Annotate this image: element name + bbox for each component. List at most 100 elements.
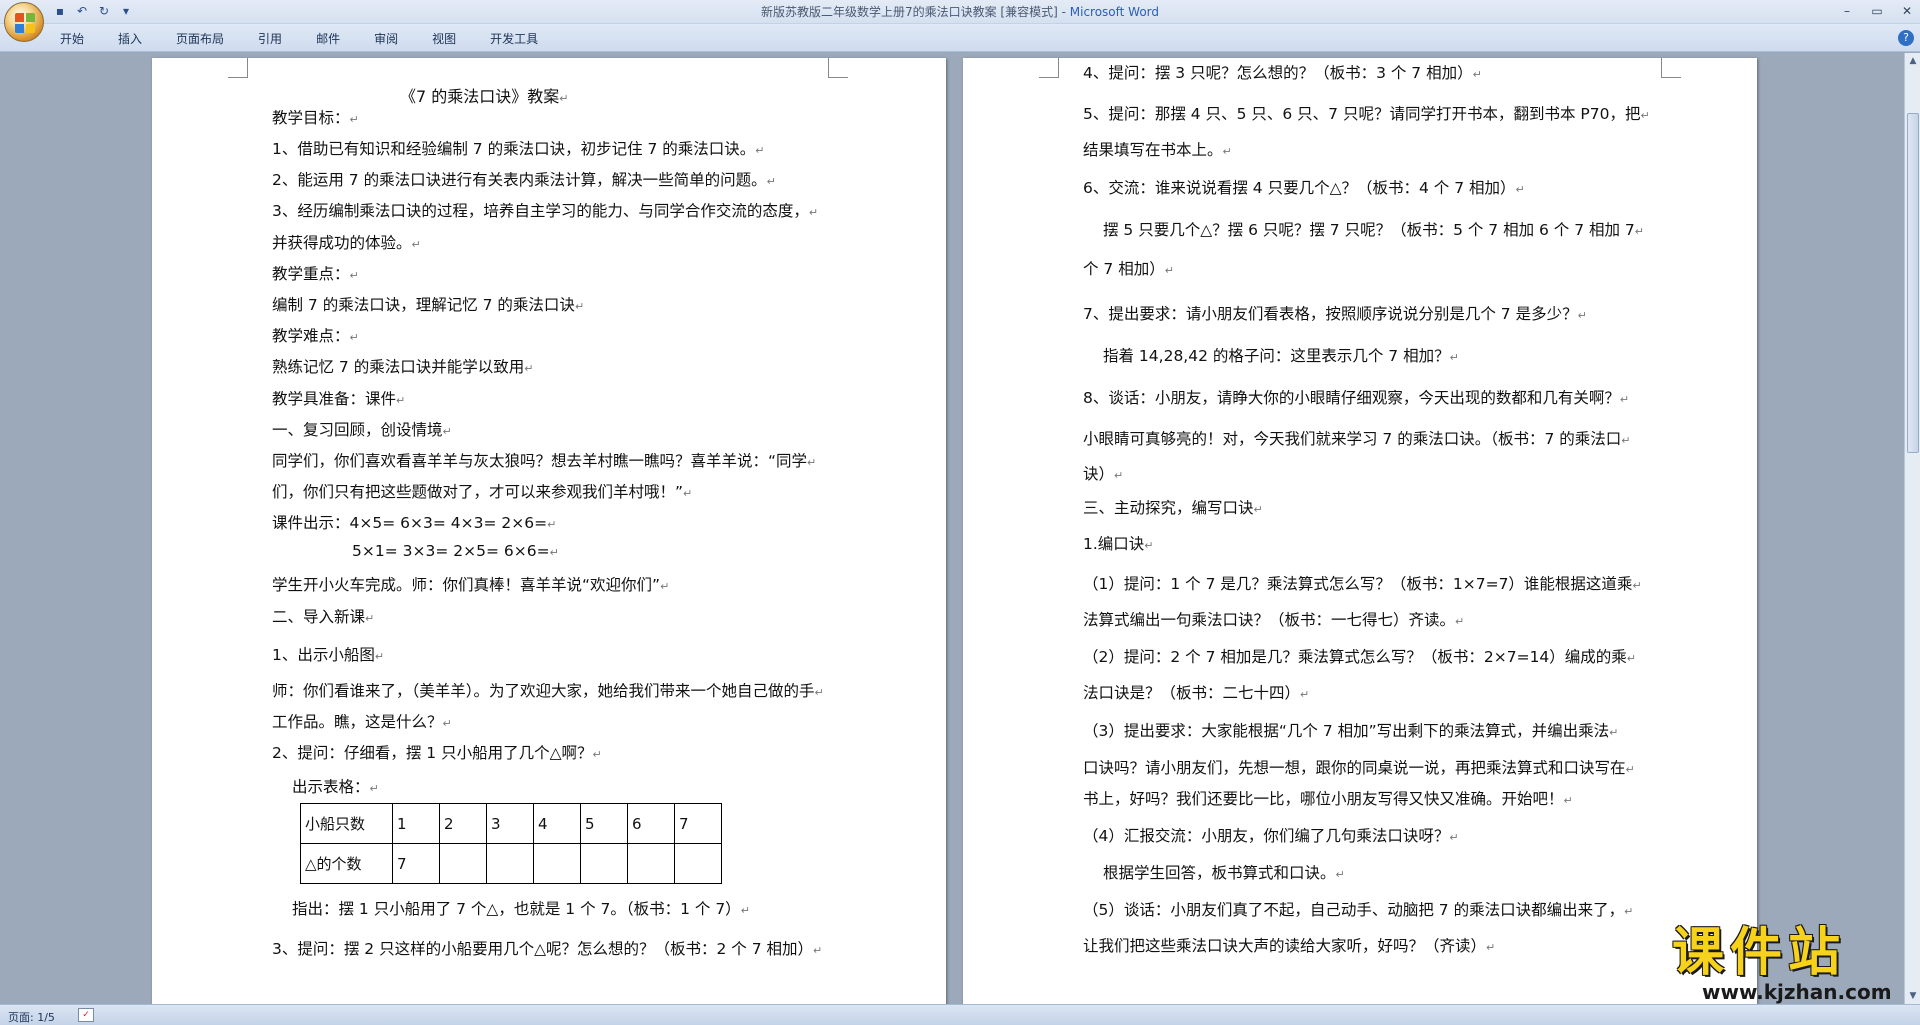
table-cell — [627, 843, 675, 884]
document-line: 1、借助已有知识和经验编制 7 的乘法口诀，初步记住 7 的乘法口诀。↵ — [272, 140, 765, 158]
ribbon-tab[interactable]: 开发工具 — [490, 30, 538, 47]
page-1[interactable]: 《7 的乘法口诀》教案↵ 小船只数 1 2 3 4 5 6 7 △的个数 7 教… — [152, 58, 946, 1004]
line-text: 1、借助已有知识和经验编制 7 的乘法口诀，初步记住 7 的乘法口诀。 — [272, 140, 756, 158]
boat-table: 小船只数 1 2 3 4 5 6 7 △的个数 7 — [300, 803, 722, 884]
ribbon-tab[interactable]: 邮件 — [316, 30, 340, 47]
ribbon-tab[interactable]: 引用 — [258, 30, 282, 47]
ribbon-tab[interactable]: 视图 — [432, 30, 456, 47]
watermark-text: 课件站 — [1672, 923, 1847, 983]
document-line: 诀）↵ — [1083, 465, 1124, 483]
document-line: （1）提问：1 个 7 是几？乘法算式怎么写？（板书：1×7=7）谁能根据这道乘… — [1083, 575, 1642, 593]
document-line: 三、主动探究，编写口诀↵ — [1083, 499, 1263, 517]
line-text: 1、出示小船图 — [272, 646, 375, 664]
document-title: 新版苏教版二年级数学上册7的乘法口诀教案 [兼容模式] - — [760, 5, 1070, 19]
proofing-icon[interactable]: ✓ — [78, 1008, 94, 1022]
app-name: Microsoft Word — [1069, 5, 1160, 19]
line-text: 根据学生回答，板书算式和口诀。 — [1103, 864, 1336, 882]
line-text: 教学重点： — [272, 265, 350, 283]
document-area[interactable]: 《7 的乘法口诀》教案↵ 小船只数 1 2 3 4 5 6 7 △的个数 7 教… — [0, 53, 1904, 1004]
line-text: 二、导入新课 — [272, 608, 366, 626]
page-title: 《7 的乘法口诀》教案↵ — [400, 87, 569, 106]
document-line: 2、能运用 7 的乘法口诀进行有关表内乘法计算，解决一些简单的问题。↵ — [272, 171, 776, 189]
document-line: 二、导入新课↵ — [272, 608, 375, 626]
office-button[interactable] — [4, 2, 44, 42]
document-line: 同学们，你们喜欢看喜羊羊与灰太狼吗？想去羊村瞧一瞧吗？喜羊羊说：“同学↵ — [272, 452, 817, 470]
document-line: 编制 7 的乘法口诀，理解记忆 7 的乘法口诀↵ — [272, 296, 585, 314]
line-text: 5×1= 3×3= 2×5= 6×6= — [352, 542, 550, 560]
redo-icon[interactable]: ↻ — [96, 3, 112, 19]
document-line: 7、提出要求：请小朋友们看表格，按照顺序说说分别是几个 7 是多少？↵ — [1083, 305, 1587, 323]
document-line: 6、交流：谁来说说看摆 4 只要几个△？（板书：4 个 7 相加）↵ — [1083, 179, 1525, 197]
scroll-up-icon[interactable]: ▲ — [1907, 55, 1919, 67]
line-text: 教学具准备：课件 — [272, 390, 397, 408]
document-line: （3）提出要求：大家能根据“几个 7 相加”写出剩下的乘法算式，并编出乘法↵ — [1083, 722, 1619, 740]
document-line: 结果填写在书本上。↵ — [1083, 141, 1232, 159]
line-text: （3）提出要求：大家能根据“几个 7 相加”写出剩下的乘法算式，并编出乘法 — [1083, 722, 1610, 740]
line-text: 4、提问：摆 3 只呢？怎么想的？（板书：3 个 7 相加） — [1083, 64, 1473, 82]
line-text: 8、谈话：小朋友，请睁大你的小眼睛仔细观察，今天出现的数都和几有关啊？ — [1083, 389, 1620, 407]
document-line: 教学具准备：课件↵ — [272, 390, 406, 408]
document-line: 们，你们只有把这些题做对了，才可以来参观我们羊村哦！”↵ — [272, 483, 693, 501]
maximize-icon[interactable]: ▭ — [1868, 2, 1886, 20]
document-line: 法口诀是？（板书：二七十四）↵ — [1083, 684, 1310, 702]
line-text: 让我们把这些乘法口诀大声的读给大家听，好吗？（齐读） — [1083, 937, 1487, 955]
crop-mark — [228, 58, 248, 78]
line-text: （1）提问：1 个 7 是几？乘法算式怎么写？（板书：1×7=7）谁能根据这道乘 — [1083, 575, 1633, 593]
document-line: （5）谈话：小朋友们真了不起，自己动手、动脑把 7 的乘法口诀都编出来了，↵ — [1083, 901, 1634, 919]
table-cell — [439, 843, 487, 884]
document-line: 工作品。瞧，这是什么？↵ — [272, 713, 452, 731]
line-text: 法算式编出一句乘法口诀？（板书：一七得七）齐读。 — [1083, 611, 1456, 629]
document-line: 3、经历编制乘法口诀的过程，培养自主学习的能力、与同学合作交流的态度，↵ — [272, 202, 819, 220]
ribbon-tab[interactable]: 审阅 — [374, 30, 398, 47]
page-2[interactable]: 4、提问：摆 3 只呢？怎么想的？（板书：3 个 7 相加）↵ 5、提问：那摆 4… — [963, 58, 1757, 1004]
line-text: 师：你们看谁来了，（美羊羊）。为了欢迎大家，她给我们带来一个她自己做的手 — [272, 682, 815, 700]
vertical-scrollbar[interactable]: ▲ ▼ — [1904, 53, 1920, 1004]
line-text: （2）提问：2 个 7 相加是几？乘法算式怎么写？（板书：2×7=14）编成的乘 — [1083, 648, 1627, 666]
table-header-cell: 小船只数 — [300, 803, 393, 844]
document-line: 口诀吗？请小朋友们，先想一想，跟你的同桌说一说，再把乘法算式和口诀写在↵ — [1083, 759, 1635, 777]
document-line: 教学重点：↵ — [272, 265, 359, 283]
ribbon-tab-bar: 开始 插入 页面布局 引用 邮件 审阅 视图 开发工具 ? — [0, 24, 1920, 52]
document-line: 1、出示小船图↵ — [272, 646, 385, 664]
close-icon[interactable]: ✕ — [1898, 2, 1916, 20]
table-cell: 2 — [439, 803, 487, 844]
line-text: 出示表格： — [292, 778, 370, 796]
window-controls: – ▭ ✕ — [1838, 2, 1916, 20]
ribbon-tab[interactable]: 插入 — [118, 30, 142, 47]
document-line: 指着 14,28,42 的格子问：这里表示几个 7 相加？↵ — [1103, 347, 1459, 365]
customize-toolbar-icon[interactable]: ▾ — [118, 3, 134, 19]
line-text: 个 7 相加） — [1083, 260, 1165, 278]
table-cell: 4 — [533, 803, 581, 844]
minimize-icon[interactable]: – — [1838, 2, 1856, 20]
undo-icon[interactable]: ↶ — [74, 3, 90, 19]
crop-mark — [828, 58, 848, 78]
line-text: 3、提问：摆 2 只这样的小船要用几个△呢？怎么想的？（板书：2 个 7 相加） — [272, 940, 814, 958]
status-bar: 页面: 1/5 ✓ — [0, 1004, 1920, 1025]
table-cell — [533, 843, 581, 884]
line-text: 教学难点： — [272, 327, 350, 345]
help-icon[interactable]: ? — [1898, 30, 1914, 46]
line-text: 结果填写在书本上。 — [1083, 141, 1223, 159]
document-line: 摆 5 只要几个△？摆 6 只呢？摆 7 只呢？（板书：5 个 7 相加 6 个… — [1103, 221, 1645, 239]
scrollbar-thumb[interactable] — [1907, 113, 1919, 453]
line-text: 5、提问：那摆 4 只、5 只、6 只、7 只呢？请同学打开书本，翻到书本 P7… — [1083, 105, 1641, 123]
line-text: 教学目标： — [272, 109, 350, 127]
table-cell: 3 — [486, 803, 534, 844]
line-text: 指着 14,28,42 的格子问：这里表示几个 7 相加？ — [1103, 347, 1450, 365]
ribbon-tabs: 开始 插入 页面布局 引用 邮件 审阅 视图 开发工具 — [60, 30, 538, 47]
document-line: 个 7 相加）↵ — [1083, 260, 1174, 278]
document-line: 法算式编出一句乘法口诀？（板书：一七得七）齐读。↵ — [1083, 611, 1465, 629]
ribbon-tab[interactable]: 页面布局 — [176, 30, 224, 47]
page-count[interactable]: 页面: 1/5 — [8, 1009, 55, 1025]
line-text: 书上，好吗？我们还要比一比，哪位小朋友写得又快又准确。开始吧！ — [1083, 790, 1564, 808]
line-text: 小眼睛可真够亮的！对，今天我们就来学习 7 的乘法口诀。（板书：7 的乘法口 — [1083, 430, 1622, 448]
document-line: 出示表格：↵ — [292, 778, 379, 796]
table-cell: 7 — [392, 843, 440, 884]
line-text: 3、经历编制乘法口诀的过程，培养自主学习的能力、与同学合作交流的态度， — [272, 202, 809, 220]
crop-mark — [1661, 58, 1681, 78]
line-text: 并获得成功的体验。 — [272, 234, 412, 252]
line-text: 法口诀是？（板书：二七十四） — [1083, 684, 1301, 702]
ribbon-tab[interactable]: 开始 — [60, 30, 84, 47]
save-icon[interactable]: ▪ — [52, 3, 68, 19]
watermark-logo: 课件站 www.kjzhan.com — [1672, 925, 1912, 1003]
